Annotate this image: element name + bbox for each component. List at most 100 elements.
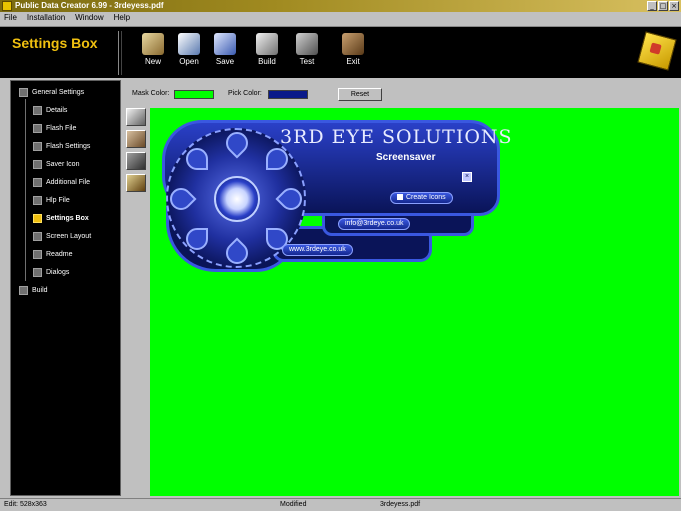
- tree-item-label: Settings Box: [46, 214, 89, 222]
- tree-item-label: Additional File: [46, 178, 90, 186]
- save-icon: [214, 33, 236, 55]
- app-window: Public Data Creator 6.99 - 3rdeyess.pdf …: [0, 0, 681, 511]
- page-icon: [33, 195, 42, 205]
- page-icon: [33, 177, 42, 187]
- tree-item-saver-icon[interactable]: Saver Icon: [33, 157, 79, 171]
- petal-icon: [186, 228, 208, 250]
- section-title: Settings Box: [12, 35, 98, 51]
- tree-item-flash-settings[interactable]: Flash Settings: [33, 139, 90, 153]
- open-label: Open: [179, 57, 199, 66]
- app-icon: [2, 1, 12, 11]
- page-icon: [33, 141, 42, 151]
- create-icons-label: Create Icons: [406, 194, 446, 201]
- website-link[interactable]: www.3rdeye.co.uk: [282, 244, 353, 256]
- tree-item-screen-layout[interactable]: Screen Layout: [33, 229, 91, 243]
- tree-item-build[interactable]: Build: [19, 283, 48, 297]
- page-icon: [33, 267, 42, 277]
- tree-item-label: Readme: [46, 250, 73, 258]
- reset-button[interactable]: Reset: [338, 88, 382, 101]
- title-bar[interactable]: Public Data Creator 6.99 - 3rdeyess.pdf …: [0, 0, 681, 12]
- save-label: Save: [215, 57, 235, 66]
- test-label: Test: [299, 57, 315, 66]
- folder-icon: [19, 285, 28, 295]
- status-position: Edit: 528x363: [4, 501, 47, 508]
- tree-item-additional-file[interactable]: Additional File: [33, 175, 90, 189]
- window-title: Public Data Creator 6.99 - 3rdeyess.pdf: [15, 1, 164, 10]
- maximize-button[interactable]: □: [658, 1, 668, 11]
- exit-icon: [342, 33, 364, 55]
- cube-logo-icon: [637, 31, 677, 71]
- menu-window[interactable]: Window: [75, 12, 103, 24]
- tree-item-label: Screen Layout: [46, 232, 92, 240]
- open-button[interactable]: Open: [172, 31, 206, 75]
- tree-item-details[interactable]: Details: [33, 103, 67, 117]
- tree-item-readme[interactable]: Readme: [33, 247, 72, 261]
- status-state: Modified: [280, 501, 307, 508]
- tree-item-general-settings[interactable]: General Settings: [19, 85, 84, 99]
- exit-label: Exit: [346, 57, 360, 66]
- petal-icon: [221, 127, 253, 159]
- mask-color-label: Mask Color:: [132, 90, 170, 97]
- page-icon: [33, 159, 42, 169]
- petal-icon: [275, 183, 307, 215]
- close-button[interactable]: ×: [669, 1, 679, 11]
- test-button[interactable]: Test: [290, 31, 324, 75]
- color-settings-bar: Mask Color: Pick Color: Reset: [124, 82, 677, 106]
- image-tool-icon[interactable]: [126, 130, 146, 148]
- tree-item-label: Dialogs: [46, 268, 70, 276]
- page-icon: [33, 123, 42, 133]
- build-label: Build: [258, 57, 276, 66]
- button-tool-icon[interactable]: [126, 152, 146, 170]
- tree-item-settings-box[interactable]: Settings Box: [33, 211, 89, 225]
- settings-tree: General Settings Details Flash File Flas…: [10, 80, 121, 496]
- preview-close-button[interactable]: ×: [462, 172, 472, 182]
- menu-help[interactable]: Help: [114, 12, 130, 24]
- tree-item-label: Flash Settings: [46, 142, 91, 150]
- tree-connector: [25, 99, 26, 281]
- tree-item-flash-file[interactable]: Flash File: [33, 121, 76, 135]
- create-icons-checkbox[interactable]: Create Icons: [390, 192, 453, 204]
- page-icon: [33, 231, 42, 241]
- pick-color-swatch[interactable]: [268, 90, 308, 99]
- pick-color-label: Pick Color:: [228, 90, 262, 97]
- open-icon: [178, 33, 200, 55]
- build-icon: [256, 33, 278, 55]
- folder-icon: [19, 87, 28, 97]
- tree-item-label: Build: [32, 286, 48, 294]
- preview-title: 3RD EYE SOLUTIONS: [280, 126, 513, 148]
- preview-subtitle: Screensaver: [376, 152, 436, 163]
- text-tool-icon[interactable]: [126, 174, 146, 192]
- save-button[interactable]: Save: [208, 31, 242, 75]
- tree-item-label: Details: [46, 106, 68, 114]
- settings-box-skin: 3RD EYE SOLUTIONS Screensaver × Create I…: [162, 116, 512, 274]
- checkbox-icon: [397, 194, 403, 201]
- eye-icon: [214, 176, 260, 222]
- petal-icon: [221, 237, 253, 269]
- build-button[interactable]: Build: [250, 31, 284, 75]
- status-bar: Edit: 528x363 Modified 3rdeyess.pdf: [0, 498, 681, 511]
- status-file: 3rdeyess.pdf: [380, 501, 421, 508]
- page-icon: [33, 105, 42, 115]
- menu-installation[interactable]: Installation: [27, 12, 65, 24]
- edit-tools: [126, 108, 148, 198]
- page-icon: [33, 249, 42, 259]
- email-link[interactable]: info@3rdeye.co.uk: [338, 218, 411, 230]
- tree-item-label: Saver Icon: [46, 160, 80, 168]
- window-controls: _ □ ×: [647, 1, 679, 11]
- tree-item-label: Flash File: [46, 124, 77, 132]
- test-icon: [296, 33, 318, 55]
- preview-canvas[interactable]: 3RD EYE SOLUTIONS Screensaver × Create I…: [150, 108, 679, 496]
- tree-item-dialogs[interactable]: Dialogs: [33, 265, 69, 279]
- minimize-button[interactable]: _: [647, 1, 657, 11]
- toolbar: Settings Box New Open Save Build Test Ex…: [0, 26, 681, 78]
- petal-icon: [186, 148, 208, 170]
- menu-file[interactable]: File: [4, 12, 17, 24]
- pointer-tool-icon[interactable]: [126, 108, 146, 126]
- mask-color-swatch[interactable]: [174, 90, 214, 99]
- new-button[interactable]: New: [136, 31, 170, 75]
- petal-icon: [266, 148, 288, 170]
- exit-button[interactable]: Exit: [336, 31, 370, 75]
- new-icon: [142, 33, 164, 55]
- tree-item-hlp-file[interactable]: Hlp File: [33, 193, 70, 207]
- page-icon: [33, 213, 42, 223]
